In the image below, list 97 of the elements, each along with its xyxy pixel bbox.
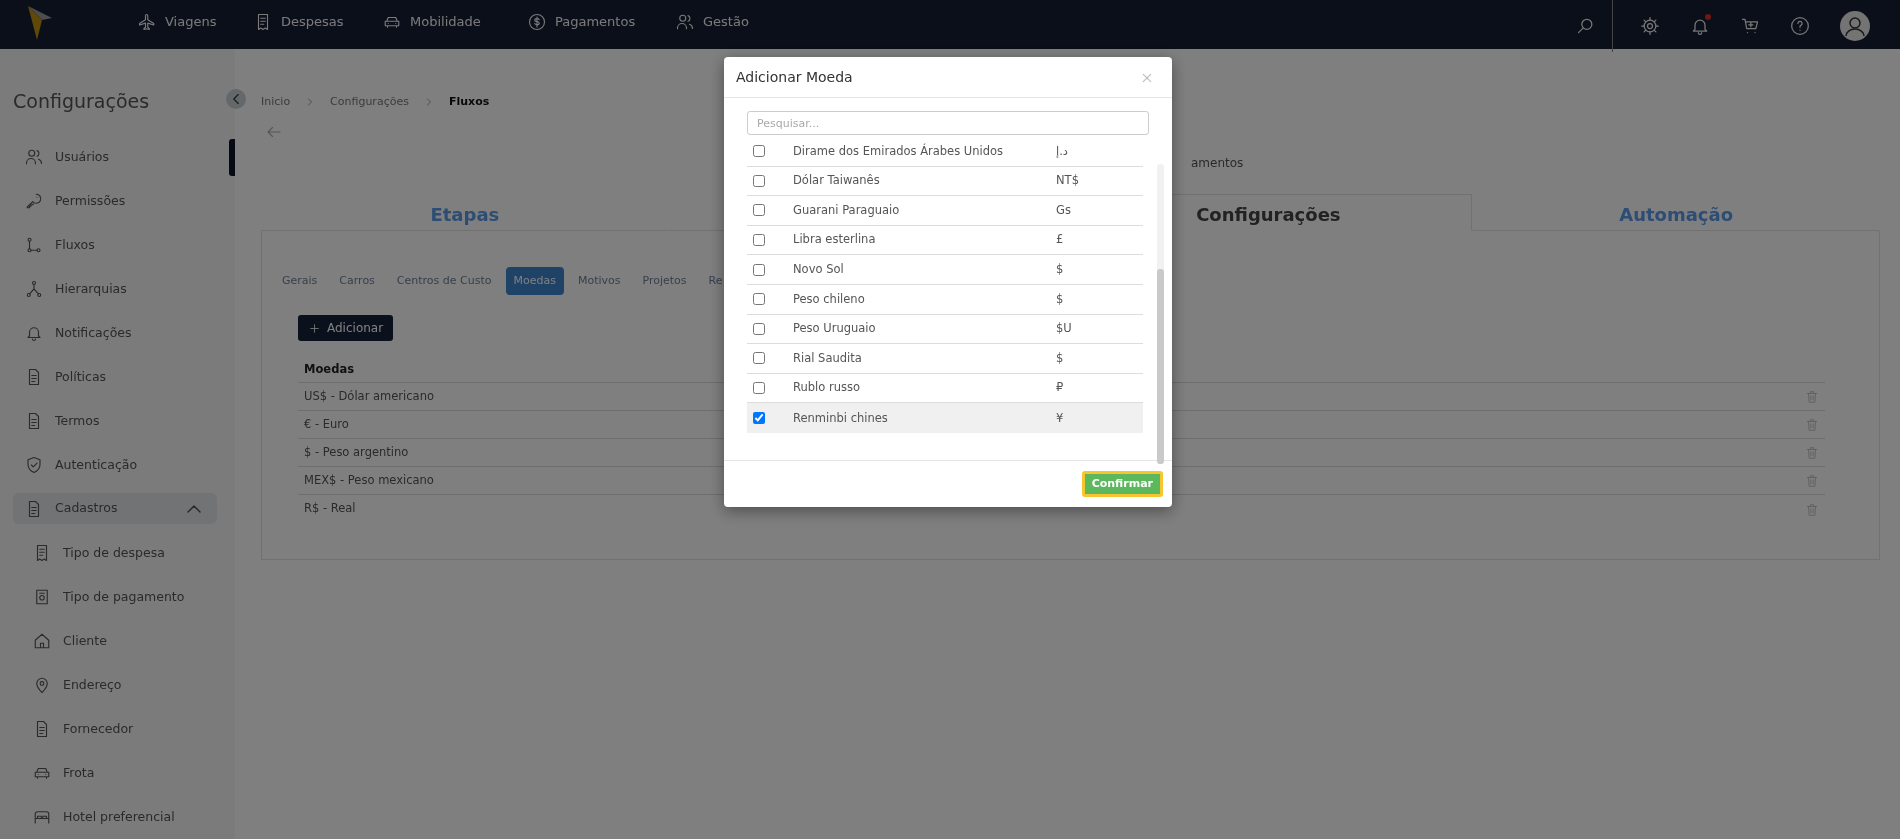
- users-icon: [25, 148, 43, 166]
- chevron-up-icon: [187, 504, 201, 513]
- branch-icon: [25, 236, 43, 254]
- sidebar-item[interactable]: Tipo de despesa: [13, 531, 217, 575]
- checkbox[interactable]: [753, 145, 765, 158]
- currency-symbol: $: [1056, 261, 1064, 279]
- nav-link[interactable]: Mobilidade: [383, 12, 528, 32]
- breadcrumb-link[interactable]: Fluxos: [448, 93, 490, 110]
- sidebar-item[interactable]: Usuários: [13, 135, 217, 179]
- currency-name: Novo Sol: [793, 261, 845, 279]
- table-cell: R$ - Real: [304, 500, 356, 518]
- card-icon: [33, 588, 51, 606]
- modal-title: Adicionar Moeda: [736, 67, 853, 87]
- sub-tab[interactable]: Moedas: [505, 266, 564, 295]
- sidebar-item[interactable]: Fluxos: [13, 223, 217, 267]
- house-icon: [33, 632, 51, 650]
- table-cell-text: US$ - Dólar americano: [304, 387, 434, 405]
- checkbox[interactable]: [753, 234, 765, 247]
- currency-name: Guarani Paraguaio: [793, 201, 901, 219]
- table-cell-text: € - Euro: [304, 415, 349, 433]
- nav-link[interactable]: Viagens: [138, 12, 254, 32]
- sub-tab[interactable]: Motivos: [569, 266, 629, 295]
- checkbox[interactable]: [753, 382, 765, 395]
- sub-tab[interactable]: Gerais: [274, 266, 326, 295]
- checkbox[interactable]: [753, 263, 765, 276]
- pin-icon: [33, 676, 51, 694]
- nav-link[interactable]: Gestão: [676, 12, 796, 32]
- hierarchy-icon: [25, 280, 43, 298]
- sidebar-item[interactable]: Cliente: [13, 619, 217, 663]
- nav-link[interactable]: Despesas: [254, 12, 383, 32]
- tab[interactable]: Automação: [1472, 193, 1880, 231]
- sub-tab[interactable]: Carros: [331, 266, 383, 295]
- trash-icon: [1805, 502, 1819, 517]
- scroll-indicator: [229, 138, 235, 176]
- trash-icon: [1805, 446, 1819, 460]
- users-icon: [676, 12, 694, 31]
- plus-icon: [308, 321, 321, 335]
- sub-tab[interactable]: Re: [700, 266, 731, 295]
- tab[interactable]: Etapas: [261, 193, 669, 231]
- currency-symbol: $: [1056, 290, 1064, 308]
- sidebar-item[interactable]: Endereço: [13, 663, 217, 707]
- bell-icon: [25, 324, 43, 342]
- shield-icon: [25, 456, 43, 474]
- currency-name: Renminbi chines: [793, 409, 889, 427]
- checkbox[interactable]: [753, 322, 765, 335]
- sub-tab[interactable]: Centros de Custo: [388, 266, 500, 295]
- logo[interactable]: [28, 6, 52, 40]
- bed-icon: [33, 808, 51, 826]
- trash-icon: [1805, 390, 1819, 404]
- search-field[interactable]: Pesquisar...: [747, 111, 1149, 135]
- sub-tab[interactable]: Projetos: [634, 266, 695, 295]
- sidebar-item[interactable]: Fornecedor: [13, 707, 217, 751]
- sidebar-item[interactable]: Hierarquias: [13, 267, 217, 311]
- help-icon: [1790, 16, 1810, 36]
- sidebar-item[interactable]: Notificações: [13, 311, 217, 355]
- collapse-button[interactable]: [226, 88, 246, 109]
- trash-icon: [1805, 418, 1819, 432]
- currency-symbol: د.إ: [1056, 142, 1068, 160]
- checkbox[interactable]: [753, 412, 765, 425]
- currency-name: Peso chileno: [793, 290, 866, 308]
- confirm-button[interactable]: Confirmar: [1081, 470, 1163, 498]
- nav-link[interactable]: Pagamentos: [528, 12, 676, 32]
- currency-symbol: ¥: [1056, 409, 1064, 427]
- checkbox[interactable]: [753, 204, 765, 217]
- cart-icon: [1740, 16, 1760, 36]
- sidebar-item[interactable]: Tipo de pagamento: [13, 575, 217, 619]
- add-button[interactable]: Adicionar: [298, 315, 394, 341]
- sidebar-item[interactable]: Frota: [13, 751, 217, 795]
- scrollbar[interactable]: [1157, 164, 1164, 464]
- trash-icon: [1805, 474, 1819, 488]
- currency-symbol: NT$: [1056, 172, 1079, 190]
- subtitle-text: amentos: [1191, 154, 1245, 172]
- checkbox[interactable]: [753, 174, 765, 187]
- currency-name: Libra esterlina: [793, 231, 877, 249]
- sidebar-title: Configurações: [13, 88, 151, 114]
- currency-symbol: $U: [1056, 320, 1072, 338]
- key-icon: [25, 192, 43, 210]
- sidebar-item[interactable]: Permissões: [13, 179, 217, 223]
- currency-name: Dólar Taiwanês: [793, 172, 881, 190]
- table-cell-text: MEX$ - Peso mexicano: [304, 471, 434, 489]
- checkbox[interactable]: [753, 352, 765, 365]
- currency-name: Dirame dos Emirados Árabes Unidos: [793, 142, 1005, 160]
- sidebar-item[interactable]: Termos: [13, 399, 217, 443]
- sidebar-item[interactable]: Autenticação: [13, 443, 217, 487]
- sidebar-item[interactable]: Hotel preferencial: [13, 795, 217, 839]
- dollar-icon: [528, 12, 546, 31]
- avatar[interactable]: [1840, 11, 1870, 41]
- settings-icon: [1640, 16, 1660, 36]
- sidebar-item[interactable]: Cadastros: [13, 493, 217, 524]
- currency-symbol: £: [1056, 231, 1064, 249]
- breadcrumb-link[interactable]: Inicio: [261, 93, 291, 110]
- airplane-icon: [138, 12, 156, 31]
- breadcrumb-link[interactable]: Configurações: [330, 93, 409, 110]
- table-cell-text: $ - Peso argentino: [304, 443, 409, 461]
- sidebar-item[interactable]: Políticas: [13, 355, 217, 399]
- checkbox[interactable]: [753, 293, 765, 306]
- currency-name: Peso Uruguaio: [793, 320, 877, 338]
